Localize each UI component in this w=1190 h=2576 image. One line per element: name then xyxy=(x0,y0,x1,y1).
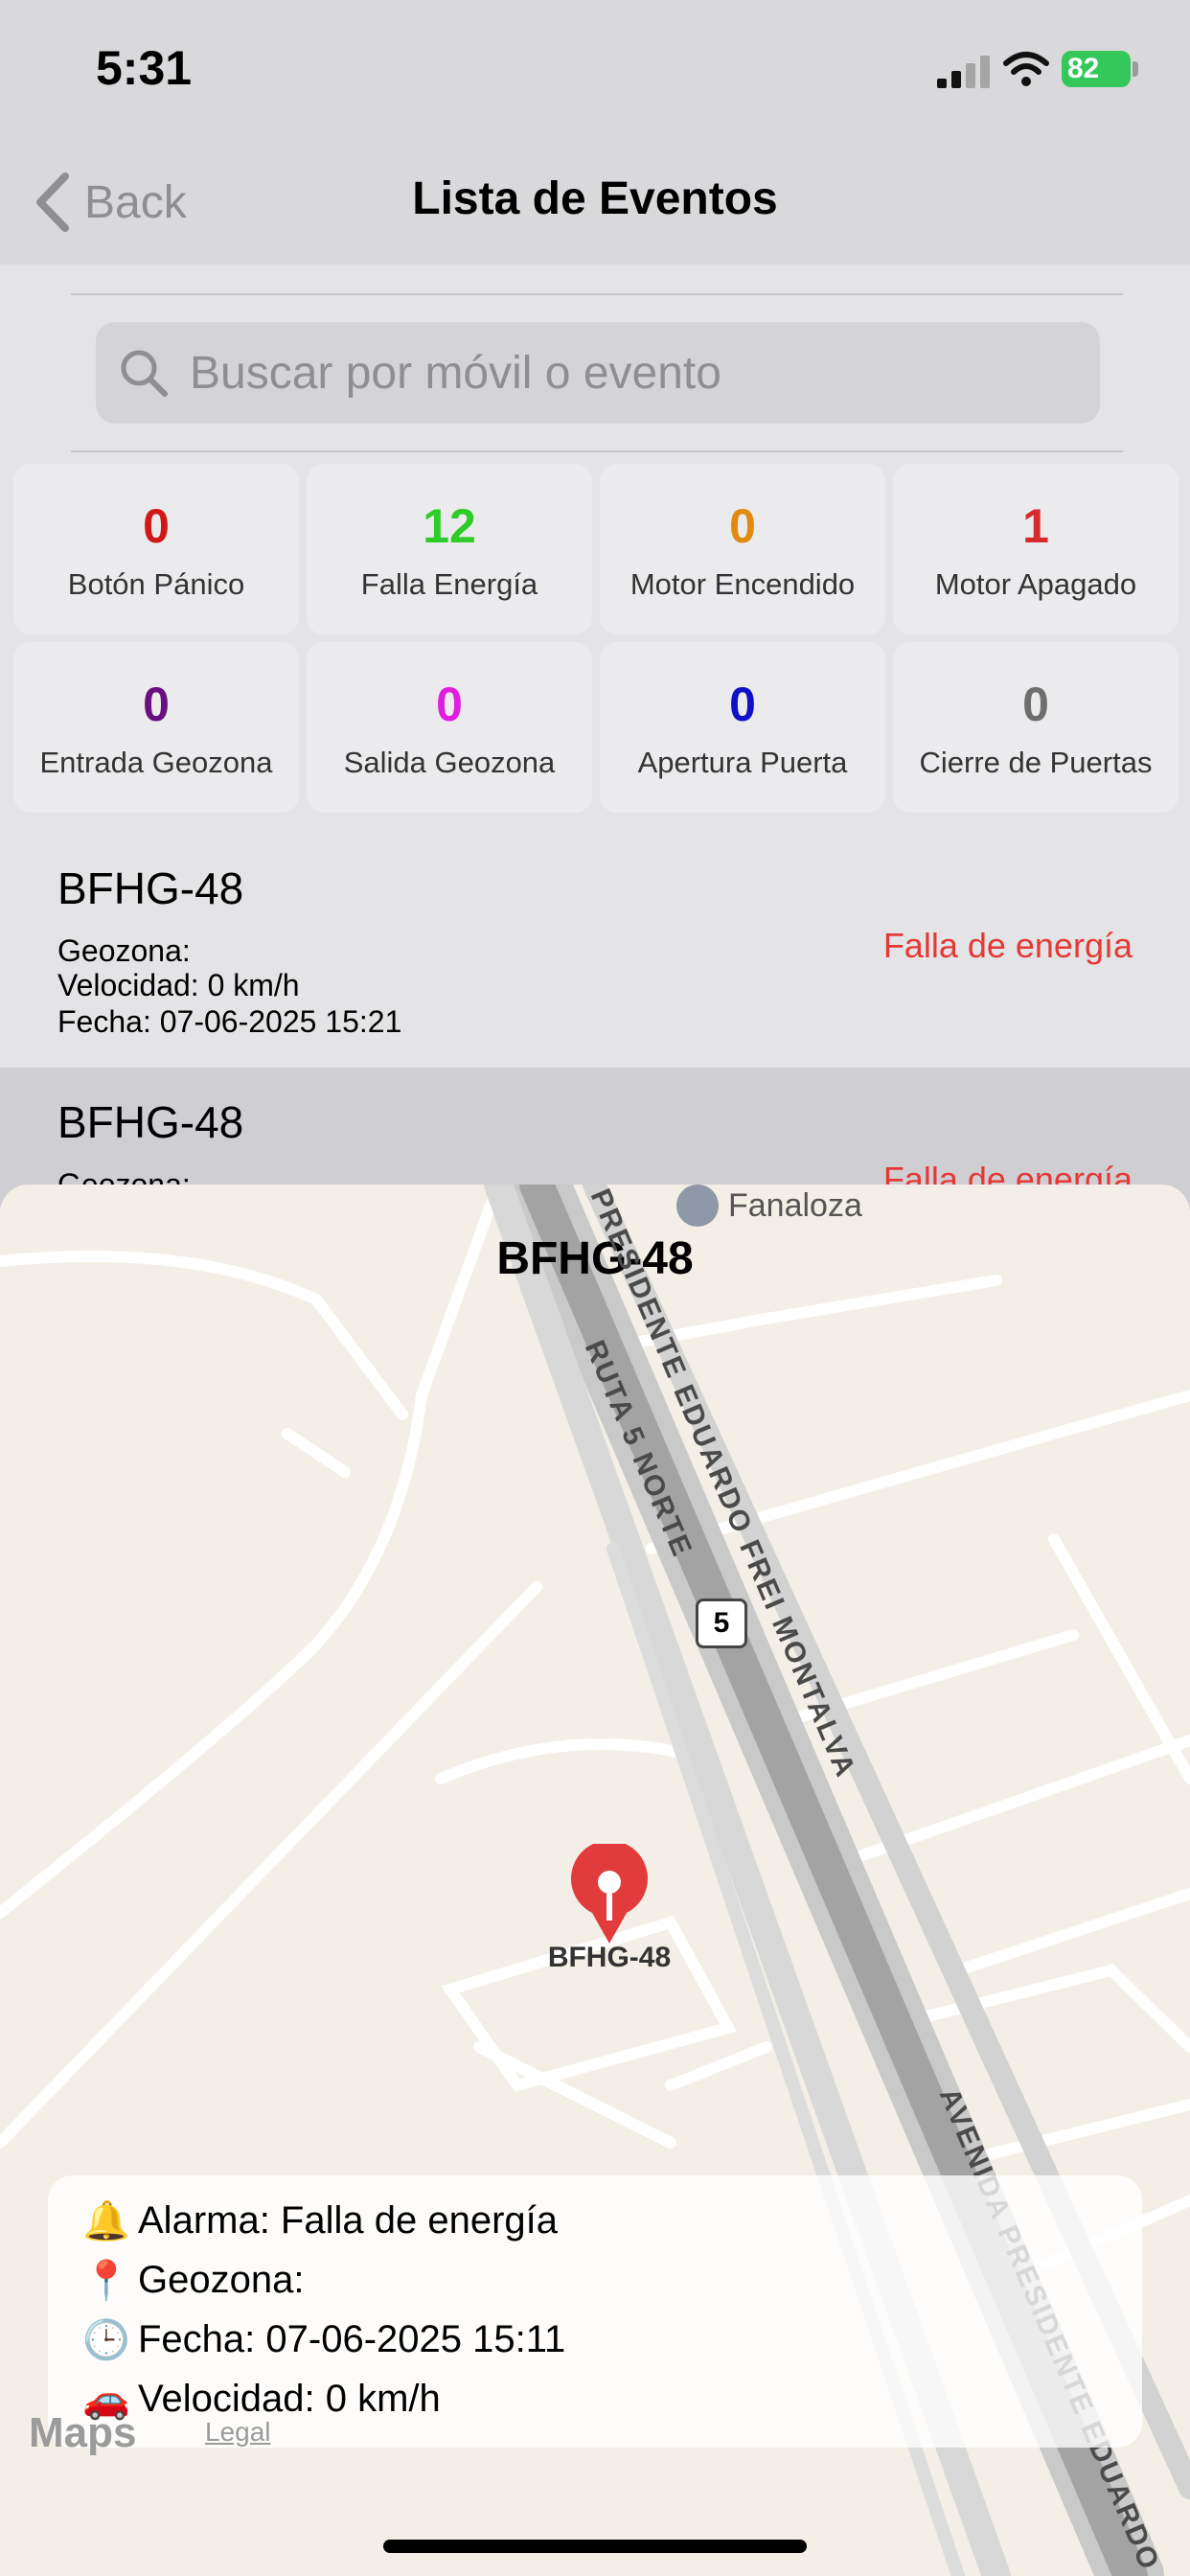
status-bar: 5:31 82 xyxy=(0,0,1190,144)
clock-icon: 🕒 xyxy=(82,2319,130,2361)
stat-card-boton-panico[interactable]: 0 Botón Pánico xyxy=(13,464,299,634)
stat-count: 0 xyxy=(729,678,756,731)
divider xyxy=(71,293,1123,295)
stat-label: Apertura Puerta xyxy=(637,746,848,779)
search-icon xyxy=(121,350,168,397)
info-geozona-text: Geozona: xyxy=(138,2259,305,2301)
pin-label: BFHG-48 xyxy=(547,1942,672,1973)
bell-icon: 🔔 xyxy=(82,2200,130,2242)
home-indicator[interactable] xyxy=(383,2540,807,2553)
factory-icon xyxy=(676,1184,719,1227)
events-content: 0 Botón Pánico 12 Falla Energía 0 Motor … xyxy=(0,264,1190,1294)
stat-card-motor-encendido[interactable]: 0 Motor Encendido xyxy=(600,464,885,634)
legal-link[interactable]: Legal xyxy=(205,2417,271,2448)
search-bar[interactable] xyxy=(96,322,1100,424)
pin-icon: 📍 xyxy=(82,2260,130,2302)
event-plate: BFHG-48 xyxy=(57,1097,244,1147)
stat-count: 0 xyxy=(143,678,170,731)
stat-label: Motor Apagado xyxy=(934,567,1137,601)
stat-label: Cierre de Puertas xyxy=(919,746,1153,779)
stat-count: 0 xyxy=(143,499,170,553)
status-time: 5:31 xyxy=(96,41,193,95)
stat-count: 1 xyxy=(1022,499,1049,553)
stats-grid: 0 Botón Pánico 12 Falla Energía 0 Motor … xyxy=(13,464,1180,813)
search-input[interactable] xyxy=(188,345,1054,401)
event-plate: BFHG-48 xyxy=(57,863,244,913)
stat-label: Falla Energía xyxy=(360,567,538,601)
event-fecha: Fecha: 07-06-2025 15:21 xyxy=(57,1004,402,1039)
info-geozona: 📍 Geozona: xyxy=(82,2258,304,2303)
stat-count: 12 xyxy=(423,499,476,553)
poi-label: Fanaloza xyxy=(728,1186,862,1224)
map-pin-icon[interactable] xyxy=(567,1844,652,1944)
poi-fanaloza[interactable]: Fanaloza xyxy=(676,1184,862,1227)
stat-label: Salida Geozona xyxy=(343,746,556,779)
sheet-title: BFHG-48 xyxy=(496,1233,694,1284)
event-type: Falla de energía xyxy=(882,926,1133,965)
info-fecha-text: Fecha: 07-06-2025 15:11 xyxy=(138,2318,566,2360)
stat-card-cierre-puertas[interactable]: 0 Cierre de Puertas xyxy=(893,642,1179,813)
info-fecha: 🕒 Fecha: 07-06-2025 15:11 xyxy=(82,2317,565,2362)
map-sheet: Fanaloza BFHG-48 PRESIDENTE EDUARDO FREI… xyxy=(0,1184,1190,2576)
stat-card-motor-apagado[interactable]: 1 Motor Apagado xyxy=(893,464,1179,634)
stat-count: 0 xyxy=(1022,678,1049,731)
event-geozona: Geozona: xyxy=(57,933,191,968)
divider xyxy=(71,450,1123,452)
stat-card-apertura-puerta[interactable]: 0 Apertura Puerta xyxy=(600,642,885,813)
info-velocidad-text: Velocidad: 0 km/h xyxy=(138,2378,441,2420)
stat-label: Entrada Geozona xyxy=(39,746,273,779)
stat-count: 0 xyxy=(436,678,463,731)
info-alarma: 🔔 Alarma: Falla de energía xyxy=(82,2198,558,2243)
stat-count: 0 xyxy=(729,499,756,553)
cellular-signal-icon xyxy=(937,56,990,88)
wifi-icon xyxy=(1003,52,1049,86)
route-shield: 5 xyxy=(696,1598,747,1648)
stat-label: Botón Pánico xyxy=(67,567,245,601)
battery-icon: 82 xyxy=(1062,51,1131,87)
battery-cap xyxy=(1133,61,1138,77)
maps-logo: Maps xyxy=(29,2409,137,2456)
event-velocidad: Velocidad: 0 km/h xyxy=(57,968,300,1002)
battery-level: 82 xyxy=(1067,53,1100,84)
event-row[interactable]: BFHG-48 Geozona: Velocidad: 0 km/h Fecha… xyxy=(0,834,1190,1060)
event-info-card: 🔔 Alarma: Falla de energía 📍 Geozona: 🕒 … xyxy=(48,2175,1142,2448)
stat-card-entrada-geozona[interactable]: 0 Entrada Geozona xyxy=(13,642,299,813)
page-title: Lista de Eventos xyxy=(412,173,778,224)
stat-card-salida-geozona[interactable]: 0 Salida Geozona xyxy=(307,642,592,813)
stat-card-falla-energia[interactable]: 12 Falla Energía xyxy=(307,464,592,634)
stat-label: Motor Encendido xyxy=(629,567,856,601)
info-alarma-text: Alarma: Falla de energía xyxy=(138,2199,559,2242)
nav-bar: Back Lista de Eventos xyxy=(0,144,1190,264)
